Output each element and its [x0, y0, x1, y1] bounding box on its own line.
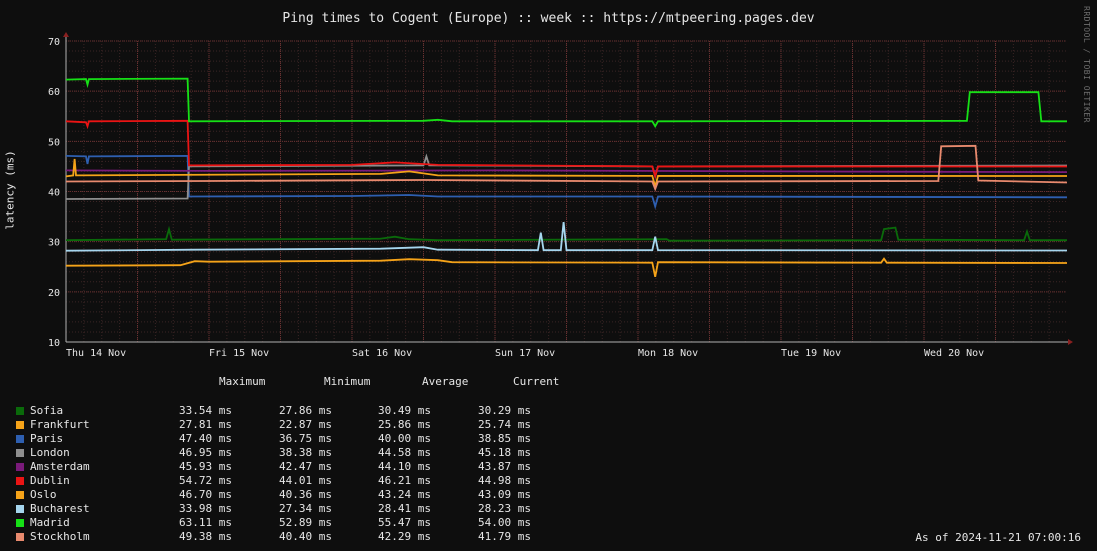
legend-row: Amsterdam 45.93 ms 42.47 ms 44.10 ms 43.87 m… [16, 460, 616, 474]
legend-max-value: 46.70 ms [179, 488, 232, 501]
y-tick-label: 10 [48, 338, 60, 349]
legend-series-name: Oslo [30, 488, 57, 501]
legend-cur-value: 44.98 ms [478, 474, 531, 487]
legend-min-value: 52.89 ms [279, 516, 332, 529]
legend-avg-value: 44.10 ms [378, 460, 431, 473]
legend-series-name: Frankfurt [30, 418, 90, 431]
legend-row: Bucharest 33.98 ms 27.34 ms 28.41 ms 28.23 m… [16, 502, 616, 516]
legend-min-value: 40.36 ms [279, 488, 332, 501]
legend-row: Paris 47.40 ms 36.75 ms 40.00 ms 38.85 ms [16, 432, 616, 446]
legend-row: Oslo 46.70 ms 40.36 ms 43.24 ms 43.09 ms [16, 488, 616, 502]
x-tick-label: Tue 19 Nov [781, 348, 841, 359]
legend-max-value: 63.11 ms [179, 516, 232, 529]
legend-min-value: 27.86 ms [279, 404, 332, 417]
x-tick-label: Sun 17 Nov [495, 348, 555, 359]
y-axis-arrow [63, 32, 69, 37]
legend-row: Frankfurt 27.81 ms 22.87 ms 25.86 ms 25.74 m… [16, 418, 616, 432]
legend-row: Stockholm 49.38 ms 40.40 ms 42.29 ms 41.79 m… [16, 530, 616, 544]
legend-series-name: Dublin [30, 474, 70, 487]
legend-cur-value: 25.74 ms [478, 418, 531, 431]
legend-row: Sofia 33.54 ms 27.86 ms 30.49 ms 30.29 ms [16, 404, 616, 418]
legend-swatch [16, 505, 24, 513]
legend-row: Madrid 63.11 ms 52.89 ms 55.47 ms 54.00 ms [16, 516, 616, 530]
legend-avg-value: 55.47 ms [378, 516, 431, 529]
legend-swatch [16, 407, 24, 415]
legend-max-value: 54.72 ms [179, 474, 232, 487]
legend-cur-value: 54.00 ms [478, 516, 531, 529]
legend-cur-value: 28.23 ms [478, 502, 531, 515]
legend-min-value: 38.38 ms [279, 446, 332, 459]
legend-min-value: 42.47 ms [279, 460, 332, 473]
legend-max-value: 33.98 ms [179, 502, 232, 515]
legend-swatch [16, 477, 24, 485]
y-tick-label: 40 [48, 188, 60, 199]
legend-min-value: 40.40 ms [279, 530, 332, 543]
legend-min-value: 22.87 ms [279, 418, 332, 431]
y-tick-label: 30 [48, 238, 60, 249]
legend-series-name: Madrid [30, 516, 70, 529]
legend-series-name: Paris [30, 432, 64, 445]
legend-cur-value: 30.29 ms [478, 404, 531, 417]
legend-swatch [16, 435, 24, 443]
legend-cur-value: 41.79 ms [478, 530, 531, 543]
legend-avg-value: 28.41 ms [378, 502, 431, 515]
legend-swatch [16, 491, 24, 499]
legend-avg-value: 40.00 ms [378, 432, 431, 445]
legend-header-current: Current [513, 375, 560, 388]
legend-max-value: 27.81 ms [179, 418, 232, 431]
y-tick-label: 60 [48, 87, 60, 98]
legend-min-value: 36.75 ms [279, 432, 332, 445]
y-tick-label: 50 [48, 137, 60, 148]
legend-swatch [16, 449, 24, 457]
legend-row: London 46.95 ms 38.38 ms 44.58 ms 45.18 ms [16, 446, 616, 460]
legend-swatch [16, 421, 24, 429]
legend-header-minimum: Minimum [324, 375, 371, 388]
legend-cur-value: 43.09 ms [478, 488, 531, 501]
legend-avg-value: 43.24 ms [378, 488, 431, 501]
legend-avg-value: 30.49 ms [378, 404, 431, 417]
legend-swatch [16, 463, 24, 471]
legend-max-value: 33.54 ms [179, 404, 232, 417]
legend-swatch [16, 519, 24, 527]
legend-series-name: London [30, 446, 70, 459]
as-of-timestamp: As of 2024-11-21 07:00:16 [915, 531, 1081, 544]
x-tick-label: Wed 20 Nov [924, 348, 984, 359]
legend-max-value: 49.38 ms [179, 530, 232, 543]
legend-swatch [16, 533, 24, 541]
x-tick-label: Sat 16 Nov [352, 348, 412, 359]
legend-avg-value: 42.29 ms [378, 530, 431, 543]
legend-series-name: Stockholm [30, 530, 90, 543]
legend-series-name: Bucharest [30, 502, 90, 515]
legend-header-maximum: Maximum [219, 375, 266, 388]
legend-header-average: Average [422, 375, 469, 388]
x-tick-label: Fri 15 Nov [209, 348, 269, 359]
legend-avg-value: 44.58 ms [378, 446, 431, 459]
legend-cur-value: 38.85 ms [478, 432, 531, 445]
x-tick-label: Thu 14 Nov [66, 348, 126, 359]
legend-max-value: 46.95 ms [179, 446, 232, 459]
legend-avg-value: 25.86 ms [378, 418, 431, 431]
legend-avg-value: 46.21 ms [378, 474, 431, 487]
x-axis-arrow [1068, 339, 1073, 345]
legend-series-name: Sofia [30, 404, 64, 417]
x-tick-label: Mon 18 Nov [638, 348, 698, 359]
y-tick-label: 20 [48, 288, 60, 299]
legend-min-value: 27.34 ms [279, 502, 332, 515]
legend-series-name: Amsterdam [30, 460, 90, 473]
legend-max-value: 45.93 ms [179, 460, 232, 473]
legend-min-value: 44.01 ms [279, 474, 332, 487]
legend-row: Dublin 54.72 ms 44.01 ms 46.21 ms 44.98 ms [16, 474, 616, 488]
legend-cur-value: 43.87 ms [478, 460, 531, 473]
legend-max-value: 47.40 ms [179, 432, 232, 445]
legend-cur-value: 45.18 ms [478, 446, 531, 459]
y-tick-label: 70 [48, 37, 60, 48]
